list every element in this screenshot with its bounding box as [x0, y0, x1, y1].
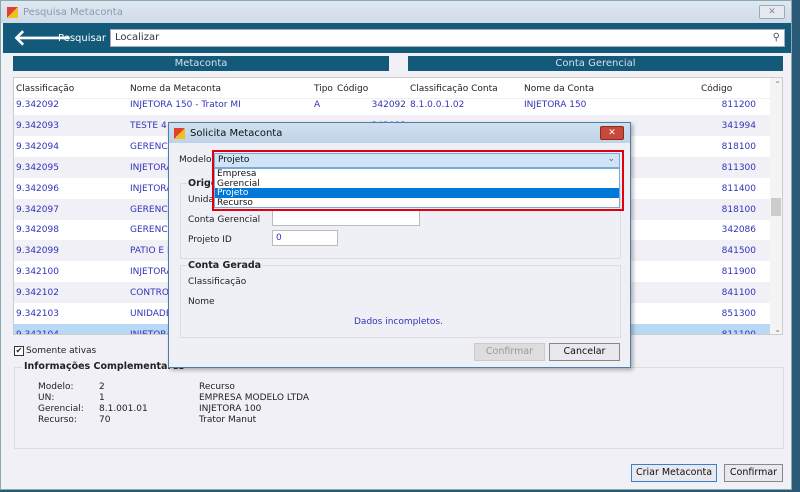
table-cell: 9.342092 — [16, 100, 59, 110]
table-cell: 9.342095 — [16, 162, 59, 173]
table-cell: 9.342098 — [16, 225, 59, 236]
table-cell: 841100 — [721, 288, 756, 299]
info-values: 2 1 8.1.001.01 70 — [99, 382, 148, 426]
info-desc: EMPRESA MODELO LTDA — [199, 393, 310, 403]
vertical-scrollbar[interactable]: ⌃ ⌄ — [770, 78, 782, 334]
title-bar: Pesquisa Metaconta ✕ — [1, 1, 791, 23]
col-codigo[interactable]: Código — [337, 84, 368, 94]
table-cell: INJETORA — [130, 183, 173, 194]
table-cell: 9.342103 — [16, 309, 59, 319]
table-cell: 811400 — [721, 183, 756, 194]
dialog-confirm-button[interactable]: Confirmar — [474, 343, 545, 361]
status-text: Dados incompletos. — [354, 317, 443, 327]
table-cell: 818100 — [721, 141, 756, 152]
account-label: Conta Gerencial — [188, 215, 261, 225]
info-value: 8.1.001.01 — [99, 404, 148, 414]
dialog-cancel-button[interactable]: Cancelar — [549, 343, 620, 361]
table-cell: 811300 — [721, 162, 756, 173]
table-cell: 811100 — [721, 329, 756, 335]
section-conta-gerencial: Conta Gerencial — [408, 56, 783, 71]
search-bar: 🡐 Pesquisar Localizar ⚲ — [3, 23, 791, 53]
table-cell: 9.342099 — [16, 246, 59, 257]
table-cell: 342086 — [721, 225, 756, 236]
info-desc: Recurso — [199, 382, 235, 392]
table-cell: 9.342093 — [16, 120, 59, 131]
create-metaconta-button[interactable]: Criar Metaconta — [631, 464, 717, 482]
table-cell: TESTE 4 — [130, 120, 167, 131]
scroll-down-icon[interactable]: ⌄ — [774, 325, 781, 334]
table-row[interactable]: 9.342092 INJETORA 150 - Trator MI A 342092 8… — [14, 94, 772, 115]
search-placeholder: Localizar — [115, 32, 160, 43]
info-label: UN: — [38, 393, 55, 403]
generated-title: Conta Gerada — [187, 260, 263, 271]
app-icon — [7, 6, 18, 18]
table-cell: 9.342102 — [16, 288, 59, 299]
table-cell: A — [314, 100, 321, 110]
scroll-thumb[interactable] — [771, 198, 781, 216]
scroll-up-icon[interactable]: ⌃ — [774, 80, 781, 89]
project-id-label: Projeto ID — [188, 235, 232, 245]
generated-group: Conta Gerada — [180, 260, 621, 338]
table-cell: 341994 — [721, 120, 756, 131]
info-value: 70 — [99, 415, 111, 425]
dialog-title-bar: Solicita Metaconta ✕ — [169, 123, 630, 143]
col-classificacao[interactable]: Classificação — [16, 84, 74, 94]
table-cell: 342092 — [371, 100, 406, 110]
info-desc: INJETORA 100 — [199, 404, 262, 414]
name-label: Nome — [188, 297, 215, 307]
table-cell: 9.342097 — [16, 204, 59, 215]
info-value: 1 — [99, 393, 105, 403]
table-cell: INJETORA 150 - Trator MI — [130, 100, 241, 110]
table-cell: 818100 — [721, 204, 756, 215]
table-cell: 8.1.0.0.1.02 — [410, 100, 465, 110]
table-cell: 9.342096 — [16, 183, 59, 194]
search-label: Pesquisar — [58, 32, 106, 44]
account-input[interactable] — [272, 210, 420, 226]
highlight-box — [212, 150, 624, 211]
table-cell: 9.342100 — [16, 267, 59, 278]
col-nome-conta[interactable]: Nome da Conta — [524, 84, 594, 94]
table-cell: 9.342094 — [16, 141, 59, 152]
info-label: Modelo: — [38, 382, 74, 392]
info-desc: Trator Manut — [199, 415, 257, 425]
col-tipo[interactable]: Tipo — [314, 84, 333, 94]
window-title: Pesquisa Metaconta — [23, 6, 123, 18]
info-labels: Modelo: UN: Gerencial: Recurso: — [38, 382, 84, 426]
confirm-button[interactable]: Confirmar — [724, 464, 783, 482]
col-classificacao-conta[interactable]: Classificação Conta — [410, 84, 498, 94]
info-descriptions: Recurso EMPRESA MODELO LTDA INJETORA 100 Tr… — [199, 382, 309, 426]
table-cell: INJETORA 150 — [524, 100, 587, 110]
back-arrow-icon[interactable]: 🡐 — [13, 25, 72, 51]
close-button[interactable]: ✕ — [759, 5, 785, 19]
search-icon[interactable]: ⚲ — [773, 32, 780, 43]
table-cell: INJETORA — [130, 267, 173, 278]
table-cell: INJETORA — [130, 329, 173, 335]
project-id-input[interactable]: 0 — [272, 230, 338, 246]
table-cell: 811200 — [721, 100, 756, 110]
dialog-close-button[interactable]: ✕ — [600, 126, 624, 140]
table-cell: 9.342104 — [16, 329, 59, 335]
info-title: Informações Complementares — [22, 361, 187, 372]
checkbox-checked-icon[interactable]: ✔ — [14, 346, 24, 356]
solicita-metaconta-dialog: Solicita Metaconta ✕ Modelo Origem Unida… — [168, 122, 631, 368]
info-group: Informações Complementares Modelo: UN: Ger… — [14, 361, 784, 449]
info-value: 2 — [99, 382, 105, 392]
section-metaconta: Metaconta — [13, 56, 389, 71]
col-codigo-conta[interactable]: Código — [701, 84, 732, 94]
dialog-title: Solicita Metaconta — [190, 127, 283, 139]
only-active-checkbox[interactable]: ✔ Somente ativas — [14, 346, 96, 356]
info-label: Gerencial: — [38, 404, 84, 414]
table-cell: PATIO E R — [130, 246, 174, 257]
class-label: Classificação — [188, 277, 247, 287]
table-cell: 811900 — [721, 267, 756, 278]
search-input[interactable]: Localizar ⚲ — [110, 29, 785, 47]
table-cell: 841500 — [721, 246, 756, 257]
info-label: Recurso: — [38, 415, 77, 425]
only-active-label: Somente ativas — [26, 346, 97, 356]
table-cell: 851300 — [721, 309, 756, 319]
col-nome-metaconta[interactable]: Nome da Metaconta — [130, 84, 221, 94]
table-cell: INJETORA — [130, 162, 173, 173]
model-label: Modelo — [179, 155, 212, 165]
dialog-app-icon — [174, 127, 185, 139]
